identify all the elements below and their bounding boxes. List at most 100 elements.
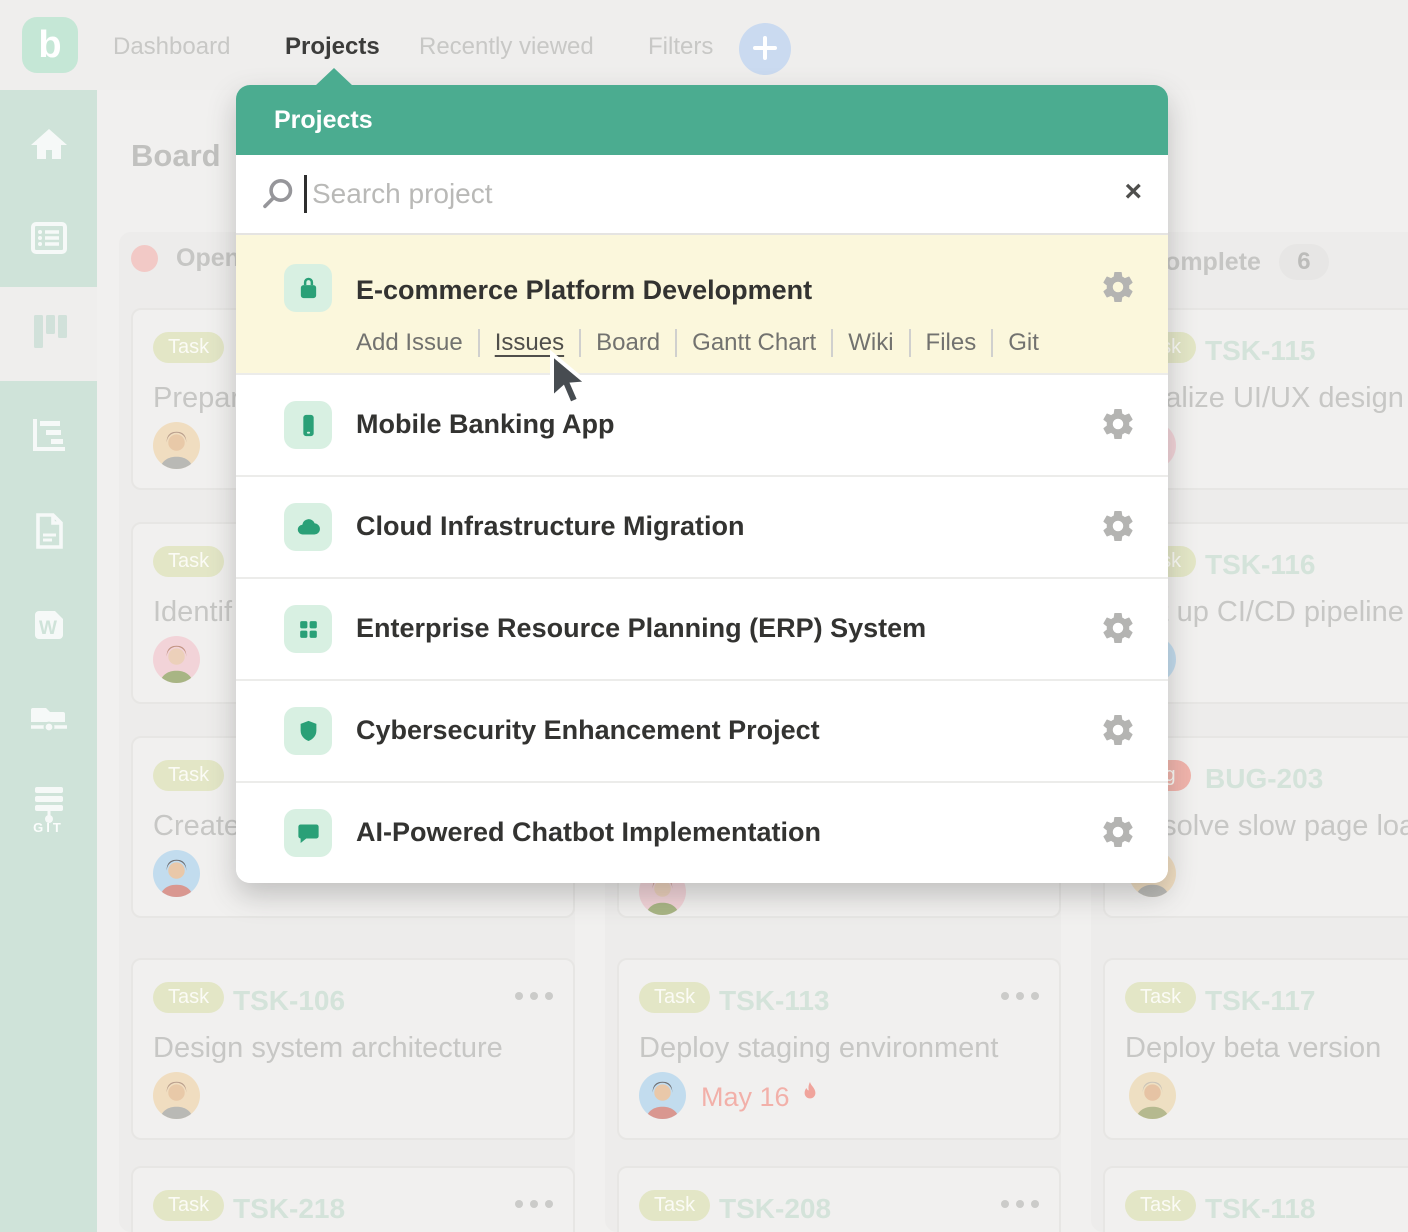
sidebar-item-board[interactable] — [0, 299, 97, 369]
task-badge: Task — [153, 1190, 224, 1221]
card-menu-dots[interactable] — [515, 992, 553, 1000]
avatar — [153, 850, 200, 897]
card-id: BUG-203 — [1205, 763, 1323, 795]
project-name[interactable]: Enterprise Resource Planning (ERP) Syste… — [356, 613, 926, 644]
project-row-erp[interactable]: Enterprise Resource Planning (ERP) Syste… — [236, 577, 1168, 679]
topbar: b Dashboard Projects Recently viewed Fil… — [0, 0, 1408, 90]
sidebar-item-wiki[interactable]: W — [0, 592, 97, 662]
list-icon — [25, 214, 73, 267]
document-icon — [25, 507, 73, 560]
open-status-dot — [131, 245, 158, 272]
project-name[interactable]: Mobile Banking App — [356, 409, 615, 440]
column-complete-count: 6 — [1279, 244, 1329, 280]
sidebar-item-gantt[interactable] — [0, 402, 97, 472]
card-menu-dots[interactable] — [1001, 992, 1039, 1000]
sidebar-item-files[interactable] — [0, 687, 97, 757]
project-row-ai-chatbot[interactable]: AI-Powered Chatbot Implementation — [236, 781, 1168, 883]
gear-icon[interactable] — [1100, 712, 1136, 753]
add-button[interactable] — [739, 23, 791, 75]
sidebar-item-backlog[interactable] — [0, 205, 97, 275]
task-card[interactable]: Task TSK-113 Deploy staging environment … — [617, 958, 1061, 1140]
cloud-icon — [284, 503, 332, 551]
page-title: Board — [131, 138, 221, 174]
column-complete-header: Complete 6 — [1147, 244, 1329, 280]
nav-recently-viewed[interactable]: Recently viewed — [419, 33, 594, 61]
task-card[interactable]: Task TSK-208 — [617, 1166, 1061, 1232]
sidebar: W GIT — [0, 90, 97, 1232]
wiki-icon: W — [25, 601, 73, 654]
task-badge: Task — [639, 982, 710, 1013]
close-icon[interactable]: × — [1124, 175, 1142, 209]
card-id: TSK-106 — [233, 985, 345, 1017]
project-name[interactable]: E-commerce Platform Development — [356, 275, 812, 306]
project-row-mobile-banking[interactable]: Mobile Banking App — [236, 373, 1168, 475]
smartphone-icon — [284, 401, 332, 449]
kanban-board-icon — [25, 308, 73, 361]
app: b Dashboard Projects Recently viewed Fil… — [0, 0, 1408, 1232]
card-title: Design system architecture — [153, 1032, 503, 1065]
text-caret — [304, 175, 307, 213]
popup-pointer — [315, 68, 353, 86]
app-logo[interactable]: b — [22, 17, 78, 73]
plus-icon — [752, 35, 778, 64]
chat-bubble-icon — [284, 809, 332, 857]
project-row-cloud-infrastructure[interactable]: Cloud Infrastructure Migration — [236, 475, 1168, 577]
column-open-name: Open — [176, 244, 240, 273]
quick-link-files[interactable]: Files — [909, 329, 977, 357]
project-name[interactable]: Cybersecurity Enhancement Project — [356, 715, 820, 746]
search-placeholder: Search project — [312, 178, 493, 210]
task-badge: Task — [1125, 1190, 1196, 1221]
task-badge: Task — [1125, 982, 1196, 1013]
sidebar-item-home[interactable] — [0, 112, 97, 182]
card-menu-dots[interactable] — [515, 1200, 553, 1208]
nav-projects[interactable]: Projects — [285, 33, 380, 61]
quick-link-wiki[interactable]: Wiki — [831, 329, 893, 357]
task-card[interactable]: Task TSK-106 Design system architecture — [131, 958, 575, 1140]
quick-link-board[interactable]: Board — [579, 329, 660, 357]
card-id: TSK-115 — [1205, 335, 1316, 367]
project-row-ecommerce[interactable]: E-commerce Platform Development Add Issu… — [236, 235, 1168, 373]
due-date: May 16 — [701, 1080, 822, 1115]
gear-icon[interactable] — [1100, 508, 1136, 549]
gear-icon[interactable] — [1100, 814, 1136, 855]
task-card[interactable]: Task TSK-118 — [1103, 1166, 1408, 1232]
project-row-cybersecurity[interactable]: Cybersecurity Enhancement Project — [236, 679, 1168, 781]
quick-link-gantt-chart[interactable]: Gantt Chart — [675, 329, 816, 357]
card-title: Deploy beta version — [1125, 1032, 1381, 1065]
quick-link-add-issue[interactable]: Add Issue — [356, 329, 463, 357]
card-title: Create — [153, 810, 240, 843]
column-open-header: Open — [131, 244, 240, 273]
search-input[interactable]: Search project × — [236, 155, 1168, 235]
task-badge: Task — [153, 332, 224, 363]
home-icon — [25, 121, 73, 174]
gear-icon[interactable] — [1100, 610, 1136, 651]
task-card[interactable]: Task TSK-117 Deploy beta version — [1103, 958, 1408, 1140]
quick-link-issues[interactable]: Issues — [478, 329, 564, 357]
git-label: GIT — [0, 820, 97, 835]
project-name[interactable]: AI-Powered Chatbot Implementation — [356, 817, 821, 848]
gear-icon[interactable] — [1100, 269, 1136, 310]
project-name[interactable]: Cloud Infrastructure Migration — [356, 511, 745, 542]
task-badge: Task — [153, 982, 224, 1013]
gear-icon[interactable] — [1100, 406, 1136, 447]
search-icon — [260, 176, 296, 212]
nav-filters[interactable]: Filters — [648, 33, 713, 61]
card-id: TSK-116 — [1205, 549, 1316, 581]
card-title: Prepar — [153, 382, 240, 415]
card-id: TSK-117 — [1205, 985, 1316, 1017]
nav-dashboard[interactable]: Dashboard — [113, 33, 230, 61]
popup-title: Projects — [274, 106, 373, 135]
gantt-chart-icon — [25, 411, 73, 464]
task-badge: Task — [153, 546, 224, 577]
svg-text:W: W — [39, 618, 57, 639]
sidebar-item-documents[interactable] — [0, 498, 97, 568]
avatar — [639, 1072, 686, 1119]
quick-links: Add Issue Issues Board Gantt Chart Wiki … — [356, 329, 1039, 357]
card-id: TSK-218 — [233, 1193, 345, 1225]
shopping-bag-icon — [284, 264, 332, 312]
quick-link-git[interactable]: Git — [991, 329, 1039, 357]
avatar — [153, 1072, 200, 1119]
avatar — [153, 636, 200, 683]
card-menu-dots[interactable] — [1001, 1200, 1039, 1208]
task-card[interactable]: Task TSK-218 — [131, 1166, 575, 1232]
